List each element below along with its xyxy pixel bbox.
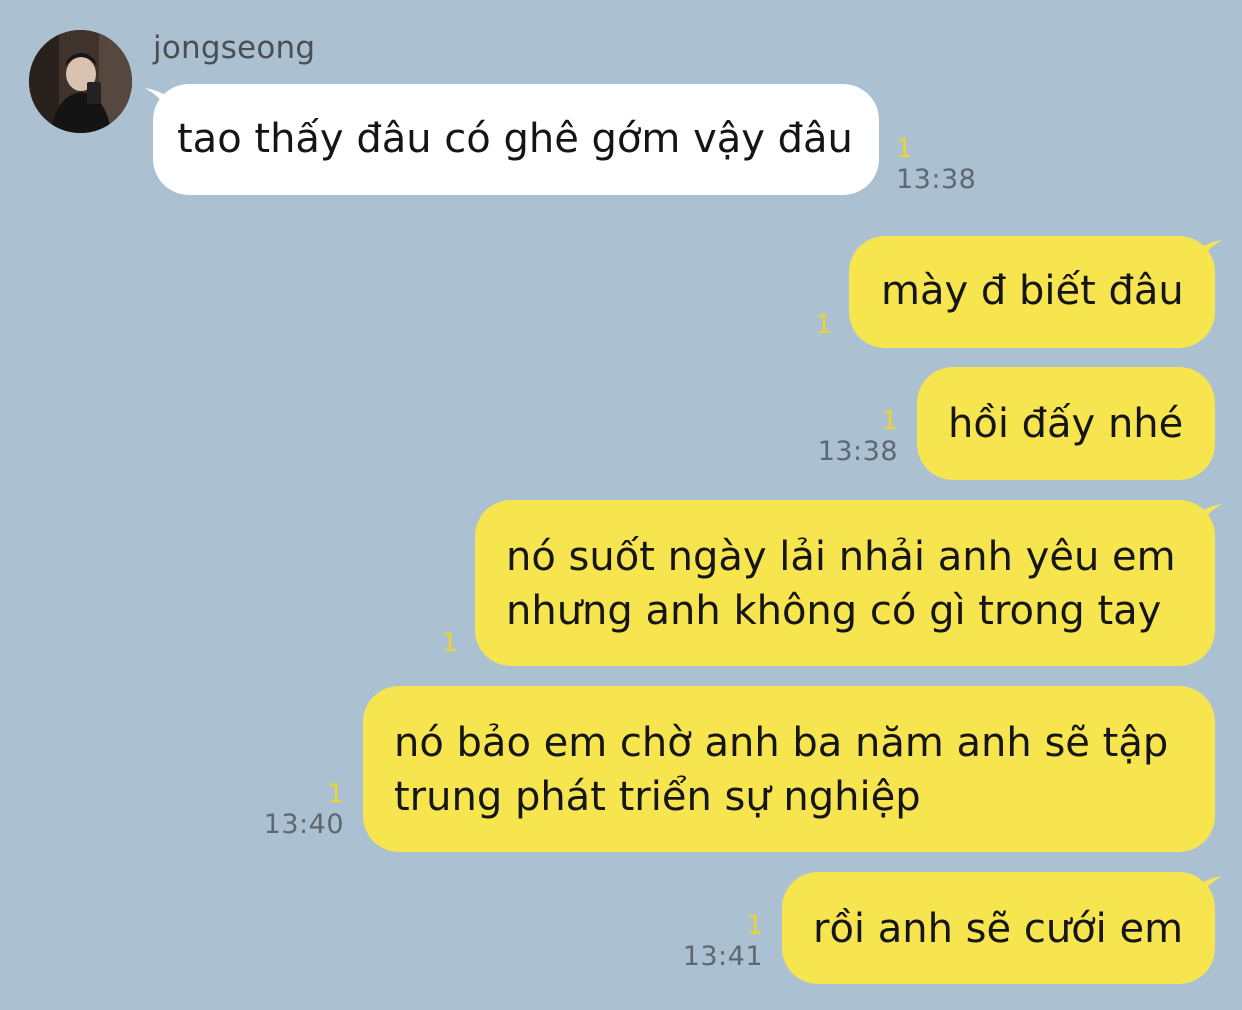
unread-count: 1 xyxy=(441,628,458,658)
message-text: mày đ biết đâu xyxy=(881,268,1184,314)
message-meta: 1 13:38 xyxy=(800,406,898,468)
message-time: 13:40 xyxy=(263,809,344,840)
message-text-line: nó bảo em chờ anh ba năm anh sẽ tập xyxy=(394,720,1169,766)
message-bubble-outgoing[interactable]: rồi anh sẽ cưới em xyxy=(782,872,1215,984)
message-text: hồi đấy nhé xyxy=(948,401,1184,447)
message-meta: 1 13:40 xyxy=(246,779,344,841)
unread-count: 1 xyxy=(896,134,913,164)
message-text-line: trung phát triển sự nghiệp xyxy=(394,774,921,820)
avatar[interactable] xyxy=(29,30,132,133)
message-time: 13:38 xyxy=(817,436,898,467)
message-text: tao thấy đâu có ghê gớm vậy đâu xyxy=(177,116,853,162)
unread-count: 1 xyxy=(327,779,344,809)
chat-area: jongseong tao thấy đâu có ghê gớm vậy đâ… xyxy=(0,0,1242,1010)
profile-photo-icon xyxy=(29,30,132,133)
message-text-line: nó suốt ngày lải nhải anh yêu em xyxy=(506,534,1176,580)
unread-count: 1 xyxy=(746,911,763,941)
message-bubble-outgoing[interactable]: nó bảo em chờ anh ba năm anh sẽ tập trun… xyxy=(363,686,1215,852)
message-time: 13:41 xyxy=(682,941,763,972)
message-bubble-outgoing[interactable]: mày đ biết đâu xyxy=(849,236,1215,348)
message-meta: 1 xyxy=(780,310,832,340)
unread-count: 1 xyxy=(881,406,898,436)
message-bubble-outgoing[interactable]: hồi đấy nhé xyxy=(917,367,1215,480)
message-time: 13:38 xyxy=(896,164,977,195)
message-meta: 1 13:41 xyxy=(665,911,763,973)
message-meta: 1 xyxy=(400,628,458,658)
unread-count: 1 xyxy=(815,310,832,340)
sender-name: jongseong xyxy=(153,30,316,66)
message-text-line: nhưng anh không có gì trong tay xyxy=(506,588,1162,634)
message-bubble-outgoing[interactable]: nó suốt ngày lải nhải anh yêu em nhưng a… xyxy=(475,500,1215,666)
message-text: rồi anh sẽ cưới em xyxy=(813,906,1184,952)
message-meta: 1 13:38 xyxy=(896,134,976,196)
message-bubble-incoming[interactable]: tao thấy đâu có ghê gớm vậy đâu xyxy=(153,84,879,195)
